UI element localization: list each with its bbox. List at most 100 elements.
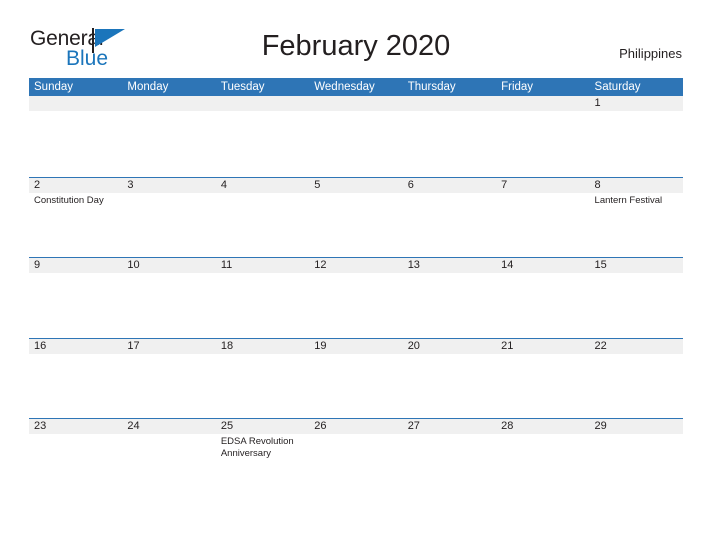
- day-cell[interactable]: 8 Lantern Festival: [590, 178, 683, 258]
- day-cell[interactable]: 2 Constitution Day: [29, 178, 122, 258]
- day-cell[interactable]: [309, 96, 402, 177]
- day-cell[interactable]: [403, 96, 496, 177]
- day-number: 17: [127, 339, 140, 352]
- day-event: EDSA Revolution Anniversary: [220, 436, 294, 459]
- weekday-header-tuesday: Tuesday: [220, 81, 265, 93]
- weekday-header-sunday: Sunday: [34, 81, 74, 93]
- day-number: 14: [501, 259, 514, 271]
- day-cell[interactable]: [216, 96, 309, 177]
- day-cell[interactable]: 21: [496, 339, 589, 419]
- day-event: Lantern Festival: [594, 194, 663, 206]
- day-cell[interactable]: 16: [29, 339, 122, 419]
- day-cell[interactable]: 17: [122, 339, 215, 419]
- day-number: 28: [501, 420, 514, 432]
- day-number: 10: [127, 259, 140, 271]
- weekday-header-thursday: Thursday: [407, 81, 456, 93]
- week-cells: 1: [29, 96, 683, 177]
- day-cell[interactable]: 14: [496, 258, 589, 338]
- day-cell[interactable]: 27: [403, 419, 496, 499]
- day-cell[interactable]: 28: [496, 419, 589, 499]
- weekday-header-wednesday: Wednesday: [314, 81, 375, 93]
- day-cell[interactable]: 19: [309, 339, 402, 419]
- day-cell[interactable]: 20: [403, 339, 496, 419]
- page-header: General Blue February 2020 Philippines: [0, 0, 712, 78]
- day-cell[interactable]: 15: [590, 258, 683, 338]
- day-events: EDSA Revolution Anniversary: [221, 436, 309, 459]
- calendar-grid: Sunday Monday Tuesday Wednesday Thursday…: [29, 78, 683, 499]
- day-number: 9: [34, 259, 41, 271]
- calendar-page: General Blue February 2020 Philippines S…: [0, 0, 712, 550]
- day-number: 12: [314, 259, 327, 271]
- day-number: 20: [407, 339, 420, 352]
- page-title: February 2020: [261, 30, 451, 62]
- day-number: 5: [314, 178, 321, 191]
- day-cell[interactable]: 25 EDSA Revolution Anniversary: [216, 419, 309, 499]
- day-number: 16: [34, 339, 47, 352]
- day-number: [501, 96, 589, 111]
- day-cell[interactable]: [496, 96, 589, 177]
- day-cell[interactable]: 23: [29, 419, 122, 499]
- day-cell[interactable]: 5: [309, 178, 402, 258]
- day-cell[interactable]: 18: [216, 339, 309, 419]
- day-cell[interactable]: 10: [122, 258, 215, 338]
- day-event: Constitution Day: [34, 194, 104, 206]
- day-number: 23: [34, 420, 47, 432]
- weekday-header-saturday: Saturday: [594, 81, 641, 93]
- day-number: 26: [314, 420, 327, 432]
- week-cells: 9 10 11 12 13 14 15: [29, 258, 683, 338]
- day-cell[interactable]: 4: [216, 178, 309, 258]
- day-number: 8: [594, 178, 601, 191]
- weekday-header-friday: Friday: [501, 81, 534, 93]
- day-number: [34, 96, 122, 111]
- calendar-week-row: 1: [29, 96, 683, 177]
- day-number: 29: [594, 420, 607, 432]
- day-number: 6: [407, 178, 414, 191]
- day-number: [314, 96, 402, 111]
- region-label: Philippines: [619, 46, 682, 61]
- day-number: [127, 96, 215, 111]
- day-number: 3: [127, 178, 134, 191]
- day-number: 4: [220, 178, 227, 191]
- day-number: 21: [501, 339, 514, 352]
- day-cell[interactable]: 6: [403, 178, 496, 258]
- week-cells: 2 Constitution Day 3 4 5 6 7 8 Lantern Festival: [29, 178, 683, 258]
- day-number: 18: [220, 339, 234, 352]
- calendar-week-row: 23 24 25 EDSA Revolution Anniversary 26 27 28 2…: [29, 418, 683, 499]
- calendar-week-row: 16 17 18 19 20 21 22: [29, 337, 683, 419]
- day-number: [408, 96, 496, 111]
- day-cell[interactable]: 29: [590, 419, 683, 499]
- day-number: 1: [594, 97, 601, 109]
- day-number: 19: [314, 339, 327, 352]
- week-cells: 23 24 25 EDSA Revolution Anniversary 26 27 28 2…: [29, 419, 683, 499]
- day-number: 15: [594, 259, 607, 271]
- day-cell[interactable]: 26: [309, 419, 402, 499]
- day-cell[interactable]: 1: [590, 96, 683, 177]
- weekday-header-monday: Monday: [127, 81, 169, 93]
- day-cell[interactable]: 3: [122, 178, 215, 258]
- day-number: 24: [127, 420, 140, 432]
- day-cell[interactable]: 24: [122, 419, 215, 499]
- day-cell[interactable]: 9: [29, 258, 122, 338]
- day-number: [221, 96, 309, 111]
- day-number: 13: [407, 259, 420, 271]
- day-number: 25: [220, 420, 234, 432]
- calendar-week-row: 2 Constitution Day 3 4 5 6 7 8 Lantern Festival: [29, 176, 683, 258]
- day-number: 2: [34, 178, 41, 191]
- day-cell[interactable]: [29, 96, 122, 177]
- day-cell[interactable]: 13: [403, 258, 496, 338]
- day-cell[interactable]: 12: [309, 258, 402, 338]
- day-cell[interactable]: 11: [216, 258, 309, 338]
- day-cell[interactable]: 7: [496, 178, 589, 258]
- day-number: 11: [220, 259, 233, 271]
- day-number: 7: [501, 178, 508, 191]
- weekday-header-row: Sunday Monday Tuesday Wednesday Thursday…: [29, 78, 683, 96]
- day-number: 22: [594, 339, 607, 352]
- calendar-week-row: 9 10 11 12 13 14 15: [29, 257, 683, 338]
- week-cells: 16 17 18 19 20 21 22: [29, 339, 683, 419]
- day-events: Lantern Festival: [595, 195, 683, 207]
- day-cell[interactable]: 22: [590, 339, 683, 419]
- day-number: 27: [407, 420, 420, 432]
- day-cell[interactable]: [122, 96, 215, 177]
- day-events: Constitution Day: [34, 195, 122, 207]
- calendar-weeks: 1 2 Constitution Day 3 4 5 6 7 8 Lantern Festival…: [29, 96, 683, 499]
